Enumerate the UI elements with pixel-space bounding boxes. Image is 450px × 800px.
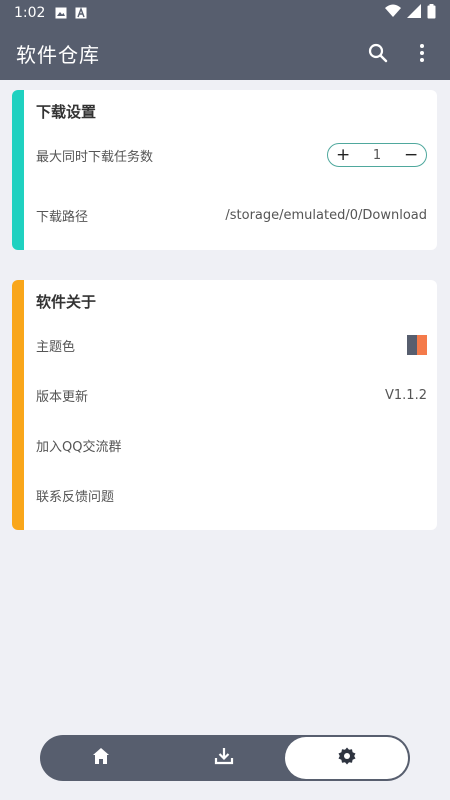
nav-settings[interactable] [285,737,409,779]
theme-color-label: 主题色 [36,339,76,355]
card-title: 软件关于 [36,293,97,311]
home-icon [92,747,110,769]
download-path-label: 下载路径 [36,209,89,225]
wifi-icon [385,4,401,22]
download-path-value: /storage/emulated/0/Download [225,207,427,223]
about-card: 软件关于 主题色 版本更新 V1.1.2 加入QQ交流群 联系反馈问题 [12,280,437,530]
card-accent [12,90,24,250]
download-icon [214,746,234,770]
plus-icon[interactable]: + [336,146,350,164]
max-tasks-row: 最大同时下载任务数 + 1 − [36,140,427,170]
page-title: 软件仓库 [16,42,100,67]
card-title: 下载设置 [36,103,97,121]
app-bar: 软件仓库 [0,26,450,80]
search-icon[interactable] [366,41,390,65]
battery-icon [427,3,436,23]
theme-color-swatch[interactable] [407,335,427,355]
download-settings-card: 下载设置 最大同时下载任务数 + 1 − 下载路径 /storage/emula… [12,90,437,250]
settings-icon [338,747,356,769]
card-accent [12,280,24,530]
theme-color-row[interactable]: 主题色 [36,330,427,360]
join-qq-group-label: 加入QQ交流群 [36,439,122,455]
max-tasks-stepper: + 1 − [327,143,427,167]
more-vert-icon[interactable] [410,41,434,65]
minus-icon[interactable]: − [404,146,418,164]
nav-download[interactable] [163,735,286,781]
download-path-row[interactable]: 下载路径 /storage/emulated/0/Download [36,200,427,230]
join-qq-group-row[interactable]: 加入QQ交流群 [36,430,427,460]
max-tasks-value: 1 [372,147,382,163]
nav-home[interactable] [40,735,163,781]
signal-icon [407,4,421,22]
bottom-nav [40,735,410,781]
status-bar: 1:02 [0,0,450,26]
gallery-icon [55,7,67,19]
feedback-row[interactable]: 联系反馈问题 [36,480,427,510]
version-value: V1.1.2 [385,387,427,403]
version-update-row[interactable]: 版本更新 V1.1.2 [36,380,427,410]
max-tasks-label: 最大同时下载任务数 [36,149,154,165]
feedback-label: 联系反馈问题 [36,489,115,505]
status-time: 1:02 [14,5,46,21]
app-a-icon [75,7,87,19]
version-update-label: 版本更新 [36,389,89,405]
